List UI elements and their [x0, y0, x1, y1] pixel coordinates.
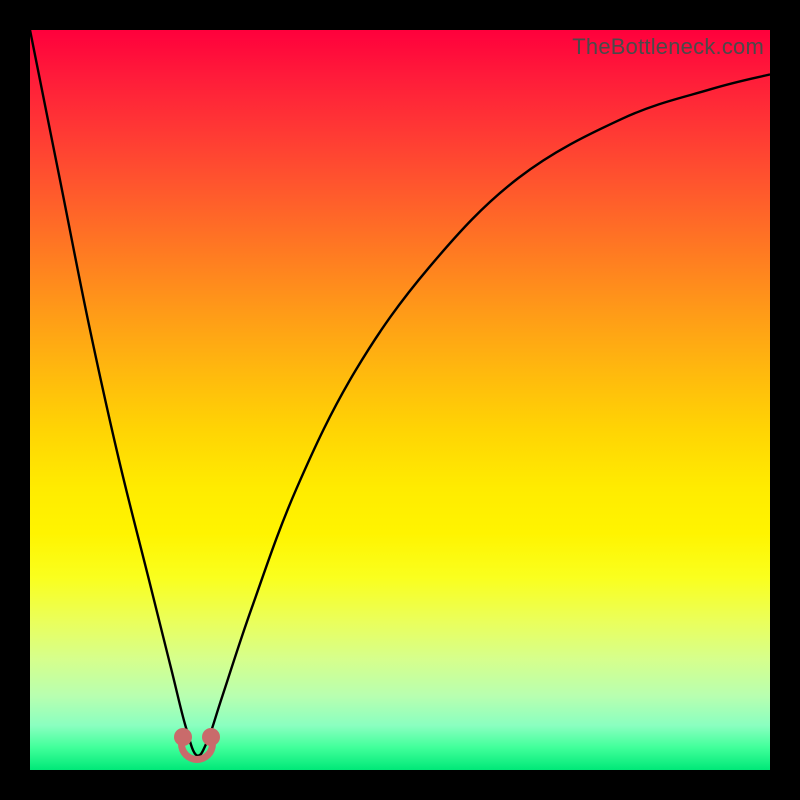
curve-path: [30, 30, 770, 756]
bottleneck-curve: [30, 30, 770, 770]
chart-plot-area: TheBottleneck.com: [30, 30, 770, 770]
chart-frame: TheBottleneck.com: [0, 0, 800, 800]
